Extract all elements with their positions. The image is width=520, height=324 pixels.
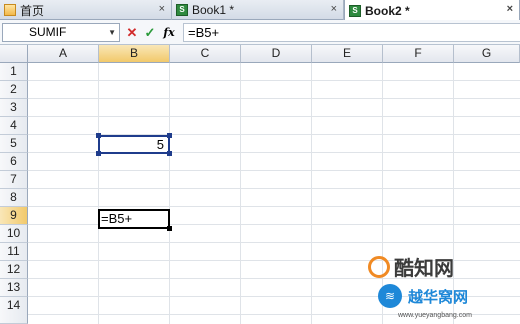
chevron-down-icon[interactable]: ▼ [108, 24, 116, 41]
tab-book1[interactable]: S Book1 * × [172, 0, 344, 20]
logo-icon [368, 256, 390, 278]
tab-bar: 首页 × S Book1 * × S Book2 * × [0, 0, 520, 21]
row-header-7[interactable]: 7 [0, 171, 28, 189]
selection-handle[interactable] [167, 151, 172, 156]
select-all-corner[interactable] [0, 45, 28, 63]
spreadsheet-icon: S [349, 4, 361, 17]
selection-handle[interactable] [96, 151, 101, 156]
cell-b9-active[interactable]: =B5+ [98, 209, 170, 229]
cancel-icon[interactable]: ✕ [125, 24, 139, 41]
row-header-10[interactable]: 10 [0, 225, 28, 243]
home-icon [4, 4, 16, 16]
row-header-8[interactable]: 8 [0, 189, 28, 207]
tab-label: 首页 [20, 3, 45, 18]
column-header-c[interactable]: C [170, 45, 241, 63]
name-box[interactable]: SUMIF ▼ [2, 23, 120, 42]
close-icon[interactable]: × [331, 3, 337, 15]
close-icon[interactable]: × [159, 3, 165, 15]
tab-label: Book2 * [365, 3, 410, 18]
row-header-14[interactable]: 14 [0, 297, 28, 324]
column-header-d[interactable]: D [241, 45, 312, 63]
name-box-value: SUMIF [29, 25, 67, 39]
formula-bar: SUMIF ▼ ✕ ✓ fx =B5+ [0, 20, 520, 45]
column-header-f[interactable]: F [383, 45, 454, 63]
selection-handle[interactable] [167, 133, 172, 138]
watermark-text-2: 越华窝网 [408, 289, 469, 306]
insert-function-icon[interactable]: fx [162, 24, 176, 41]
row-header-12[interactable]: 12 [0, 261, 28, 279]
cell-b5[interactable]: 5 [98, 135, 170, 154]
selection-handle[interactable] [96, 133, 101, 138]
row-header-3[interactable]: 3 [0, 99, 28, 117]
column-header-b[interactable]: B [99, 45, 170, 63]
row-header-9[interactable]: 9 [0, 207, 28, 225]
tab-home[interactable]: 首页 × [0, 0, 172, 20]
watermark-text: 酷知网 [394, 256, 454, 280]
fill-handle[interactable] [167, 226, 172, 231]
watermark: 酷知网 ≋ 越华窝网 www.yueyangbang.com [360, 250, 520, 324]
row-header-11[interactable]: 11 [0, 243, 28, 261]
row-header-6[interactable]: 6 [0, 153, 28, 171]
column-header-g[interactable]: G [454, 45, 520, 63]
row-header-2[interactable]: 2 [0, 81, 28, 99]
row-header-1[interactable]: 1 [0, 63, 28, 81]
spreadsheet-icon: S [176, 4, 188, 16]
row-header-13[interactable]: 13 [0, 279, 28, 297]
column-header-a[interactable]: A [28, 45, 99, 63]
column-header-e[interactable]: E [312, 45, 383, 63]
close-icon[interactable]: × [507, 3, 513, 15]
row-header-5[interactable]: 5 [0, 135, 28, 153]
watermark-url: www.yueyangbang.com [398, 312, 472, 319]
checkmark-icon[interactable]: ✓ [143, 24, 157, 41]
wifi-icon: ≋ [378, 284, 402, 308]
formula-input[interactable]: =B5+ [183, 23, 520, 42]
row-header-4[interactable]: 4 [0, 117, 28, 135]
tab-book2[interactable]: S Book2 * × [344, 0, 520, 21]
tab-label: Book1 * [192, 3, 235, 17]
